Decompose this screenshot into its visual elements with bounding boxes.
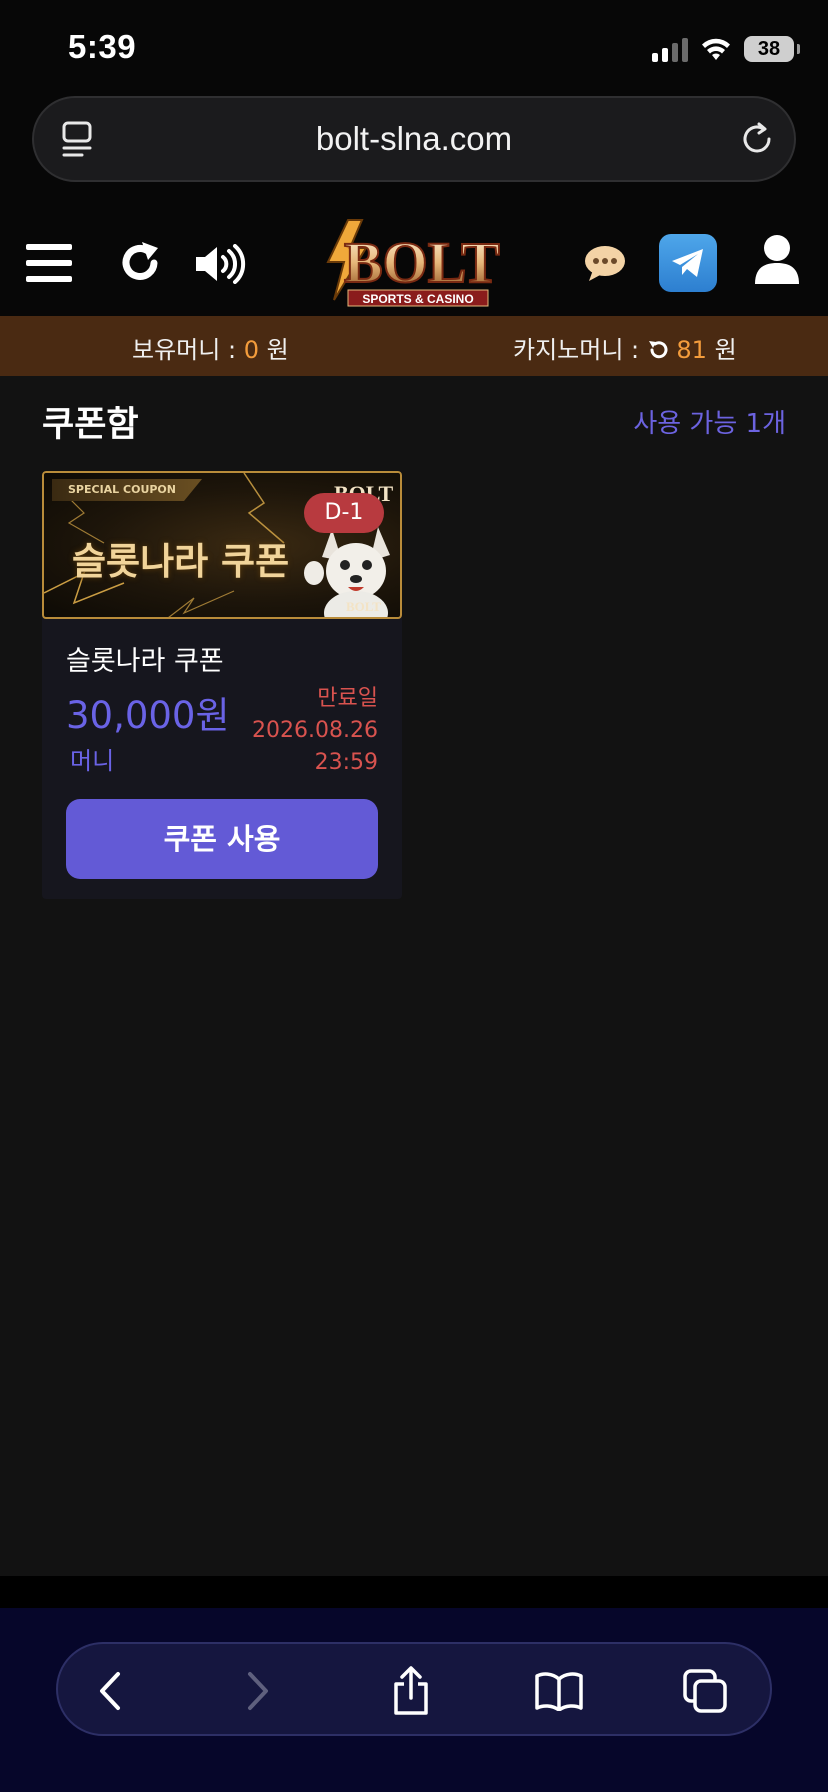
cellular-signal-icon [652,36,688,62]
page-title: 쿠폰함 [42,405,139,445]
casino-money-label: 카지노머니 : [513,336,640,364]
bottom-separator [0,1576,828,1608]
forward-button[interactable] [232,1666,282,1716]
browser-bottom-area [0,1608,828,1792]
browser-address-area: bolt-slna.com [0,92,828,210]
use-coupon-button[interactable]: 쿠폰 사용 [66,799,378,879]
bolt-logo[interactable]: BOLT SPORTS & CASINO [318,218,514,310]
expiry-time: 23:59 [314,750,378,775]
svg-text:SPORTS & CASINO: SPORTS & CASINO [362,292,473,306]
hold-money: 보유머니 : 0 원 [132,330,289,365]
address-bar[interactable]: bolt-slna.com [32,96,796,182]
telegram-button[interactable] [659,234,717,292]
user-profile-icon[interactable] [754,234,800,286]
banner-title: 슬롯나라 쿠폰 [72,540,290,583]
expiry-label: 만료일 [317,686,378,711]
coupon-name: 슬롯나라 쿠폰 [66,646,224,677]
url-text: bolt-slna.com [315,120,513,157]
available-count: 사용 가능 1개 [633,409,786,439]
hold-money-value: 0 [243,336,259,364]
browser-toolbar [56,1642,772,1736]
banner-logo-small: BOLT [346,599,381,614]
expiry-date: 2026.08.26 [252,718,378,743]
tabs-icon [683,1669,727,1713]
hold-money-unit: 원 [266,336,289,364]
coupon-unit: 머니 [70,747,115,775]
share-button[interactable] [386,1666,436,1716]
chevron-right-icon [248,1672,268,1710]
chevron-left-icon [100,1672,120,1710]
hamburger-menu-icon[interactable] [26,242,74,284]
site-header: BOLT SPORTS & CASINO [0,210,828,316]
special-coupon-tag: SPECIAL COUPON [52,479,202,501]
coupon-expiry: 만료일 2026.08.26 23:59 [252,683,378,779]
bookmarks-button[interactable] [534,1666,584,1716]
reload-icon[interactable] [738,120,776,158]
hold-money-label: 보유머니 : [132,336,237,364]
book-icon [535,1672,583,1711]
refresh-icon[interactable] [118,240,164,286]
chat-icon[interactable] [584,244,626,284]
coupon-banner: SPECIAL COUPON 슬롯나라 쿠폰 BOLT D-1 BOLT [42,471,402,619]
status-indicators: 38 [652,34,800,64]
battery-indicator: 38 [744,36,800,62]
svg-text:BOLT: BOLT [344,230,500,295]
back-button[interactable] [86,1666,136,1716]
coupon-amount: 30,000원 [66,694,230,737]
telegram-icon [672,249,703,277]
share-icon [394,1666,428,1715]
balance-bar: 보유머니 : 0 원 카지노머니 : 81 원 [0,316,828,376]
dday-badge: D-1 [304,493,384,533]
sound-icon[interactable] [194,244,246,284]
status-time: 5:39 [68,28,137,65]
status-bar: 5:39 38 [0,0,828,92]
casino-money: 카지노머니 : 81 원 [513,330,737,365]
wifi-icon [702,38,730,60]
refresh-balance-icon[interactable] [647,339,669,361]
casino-money-unit: 원 [714,336,737,364]
casino-money-value: 81 [676,336,707,364]
tabs-button[interactable] [680,1666,730,1716]
coupon-card: SPECIAL COUPON 슬롯나라 쿠폰 BOLT D-1 BOLT 슬롯나… [42,471,402,899]
